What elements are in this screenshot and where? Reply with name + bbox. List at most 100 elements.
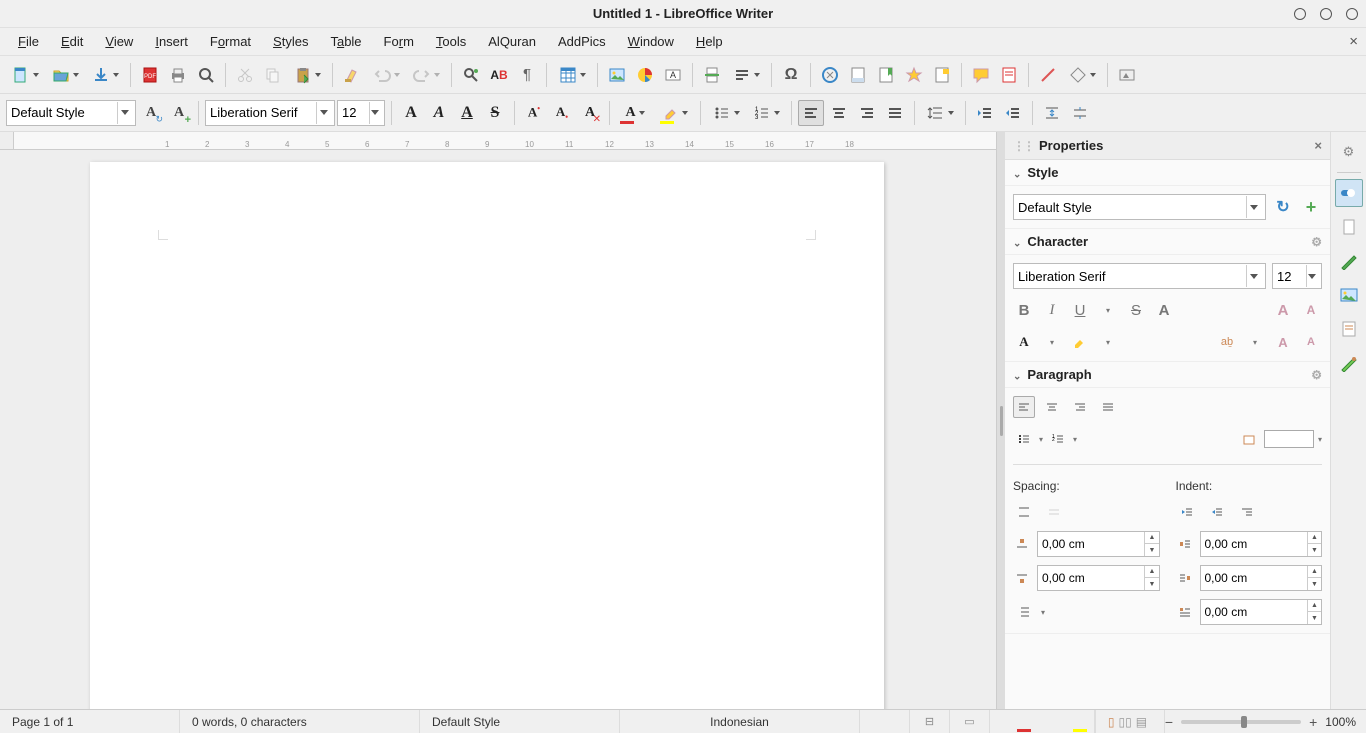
sidebar-splitter[interactable] xyxy=(997,132,1005,709)
new-style-icon[interactable]: + xyxy=(1300,196,1322,218)
cut-button[interactable] xyxy=(232,62,258,88)
sb-inc-indent-button[interactable] xyxy=(1176,501,1198,523)
status-insert-mode[interactable] xyxy=(860,710,910,733)
tab-gallery[interactable] xyxy=(1335,281,1363,309)
sidebar-settings-icon[interactable]: ⚙ xyxy=(1335,138,1363,166)
sidebar-font-input[interactable] xyxy=(1018,269,1244,284)
copy-button[interactable] xyxy=(260,62,286,88)
align-right-button[interactable] xyxy=(854,100,880,126)
status-selection-mode[interactable]: ⊟ xyxy=(910,710,950,733)
sb-align-center-button[interactable] xyxy=(1041,396,1063,418)
sb-bullets-button[interactable] xyxy=(1013,428,1035,450)
sb-numbering-button[interactable]: 12 xyxy=(1047,428,1069,450)
font-color-button[interactable]: A xyxy=(616,100,654,126)
gear-icon[interactable]: ⚙ xyxy=(1311,368,1322,382)
subscript-button[interactable]: A• xyxy=(549,100,575,126)
status-signature[interactable]: ▭ xyxy=(950,710,990,733)
basic-shapes-button[interactable] xyxy=(1063,62,1101,88)
close-sidebar-button[interactable]: × xyxy=(1314,138,1322,153)
underline-button[interactable]: A xyxy=(454,100,480,126)
status-lang[interactable]: Indonesian xyxy=(620,710,860,733)
paste-button[interactable] xyxy=(288,62,326,88)
sb-char-spacing-drop[interactable]: ▾ xyxy=(1244,331,1266,353)
page[interactable] xyxy=(90,162,884,709)
status-words[interactable]: 0 words, 0 characters xyxy=(180,710,420,733)
print-button[interactable] xyxy=(165,62,191,88)
status-view-buttons[interactable]: ▯▯▯▤ xyxy=(1095,710,1165,733)
chevron-down-icon[interactable] xyxy=(1246,196,1261,218)
open-button[interactable] xyxy=(46,62,84,88)
sb-italic-button[interactable]: I xyxy=(1041,299,1063,321)
strikethrough-button[interactable]: S xyxy=(482,100,508,126)
sidebar-style-input[interactable] xyxy=(1018,200,1244,215)
sb-shrink-font-button[interactable]: A xyxy=(1300,299,1322,321)
sb-highlight-drop[interactable]: ▾ xyxy=(1097,331,1119,353)
chevron-down-icon[interactable] xyxy=(369,102,380,124)
new-style-button[interactable]: A+ xyxy=(166,100,192,126)
italic-button[interactable]: A xyxy=(426,100,452,126)
left-indent-field[interactable]: ▲▼ xyxy=(1200,531,1323,557)
update-style-button[interactable]: A↻ xyxy=(138,100,164,126)
update-style-icon[interactable]: ↻ xyxy=(1272,196,1294,218)
menu-view[interactable]: View xyxy=(95,30,143,53)
sidebar-size-input[interactable] xyxy=(1277,269,1304,284)
right-indent-field[interactable]: ▲▼ xyxy=(1200,565,1323,591)
menu-tools[interactable]: Tools xyxy=(426,30,476,53)
sb-underline-button[interactable]: U xyxy=(1069,299,1091,321)
sb-font-color-drop[interactable]: ▾ xyxy=(1041,331,1063,353)
sb-bgcolor-button[interactable] xyxy=(1238,428,1260,450)
menu-form[interactable]: Form xyxy=(374,30,424,53)
sb-char-spacing-button[interactable]: aḇ xyxy=(1216,331,1238,353)
section-character-head[interactable]: Character ⚙ xyxy=(1005,229,1330,255)
insert-chart-button[interactable] xyxy=(632,62,658,88)
new-button[interactable] xyxy=(6,62,44,88)
zoom-in-button[interactable]: + xyxy=(1309,714,1317,730)
insert-field-button[interactable] xyxy=(727,62,765,88)
superscript-button[interactable]: A• xyxy=(521,100,547,126)
insert-footnote-button[interactable] xyxy=(845,62,871,88)
insert-image-button[interactable] xyxy=(604,62,630,88)
save-button[interactable] xyxy=(86,62,124,88)
show-draw-button[interactable] xyxy=(1114,62,1140,88)
sb-bgcolor-swatch[interactable] xyxy=(1264,430,1314,448)
tab-properties[interactable] xyxy=(1335,179,1363,207)
chevron-down-icon[interactable] xyxy=(1306,265,1317,287)
menu-insert[interactable]: Insert xyxy=(145,30,198,53)
sb-align-right-button[interactable] xyxy=(1069,396,1091,418)
tab-styles[interactable] xyxy=(1335,247,1363,275)
increase-para-spacing-button[interactable] xyxy=(1039,100,1065,126)
minimize-button[interactable] xyxy=(1294,8,1306,20)
menu-edit[interactable]: Edit xyxy=(51,30,93,53)
paragraph-style-combo[interactable] xyxy=(6,100,136,126)
sb-dec-spacing-button[interactable] xyxy=(1043,501,1065,523)
above-spacing-field[interactable]: ▲▼ xyxy=(1037,531,1160,557)
menu-addpics[interactable]: AddPics xyxy=(548,30,616,53)
find-replace-button[interactable] xyxy=(458,62,484,88)
font-name-input[interactable] xyxy=(210,105,314,120)
print-preview-button[interactable] xyxy=(193,62,219,88)
line-spacing-button[interactable] xyxy=(921,100,959,126)
sb-hanging-indent-button[interactable] xyxy=(1236,501,1258,523)
insert-hyperlink-button[interactable] xyxy=(817,62,843,88)
menu-format[interactable]: Format xyxy=(200,30,261,53)
decrease-para-spacing-button[interactable] xyxy=(1067,100,1093,126)
sb-dec-indent-button[interactable] xyxy=(1206,501,1228,523)
status-style[interactable]: Default Style xyxy=(420,710,620,733)
menu-window[interactable]: Window xyxy=(618,30,684,53)
spellcheck-button[interactable]: AB xyxy=(486,62,512,88)
maximize-button[interactable] xyxy=(1320,8,1332,20)
clear-formatting-button[interactable]: A✕ xyxy=(577,100,603,126)
close-button[interactable] xyxy=(1346,8,1358,20)
section-style-head[interactable]: Style xyxy=(1005,160,1330,186)
align-left-button[interactable] xyxy=(798,100,824,126)
increase-indent-button[interactable] xyxy=(972,100,998,126)
chevron-down-icon[interactable] xyxy=(1246,265,1261,287)
menu-help[interactable]: Help xyxy=(686,30,733,53)
zoom-out-button[interactable]: − xyxy=(1165,714,1173,730)
horizontal-ruler[interactable]: 123456789101112131415161718 xyxy=(0,132,996,150)
menu-file[interactable]: File xyxy=(8,30,49,53)
tab-navigator[interactable] xyxy=(1335,315,1363,343)
first-indent-field[interactable]: ▲▼ xyxy=(1200,599,1323,625)
chevron-down-icon[interactable] xyxy=(316,102,330,124)
formatting-marks-button[interactable]: ¶ xyxy=(514,62,540,88)
